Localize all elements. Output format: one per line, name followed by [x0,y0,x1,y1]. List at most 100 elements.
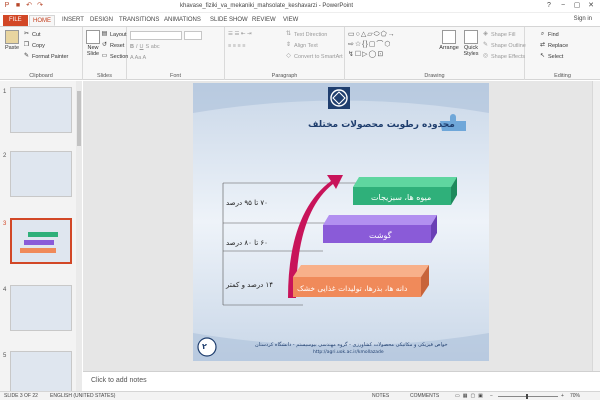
view-buttons[interactable]: ▭▦▢▣ [455,393,486,399]
pen-icon: ✎ [482,42,489,48]
shapes-gallery[interactable]: ▭○△▱⬭⬠→ ⇨☆{}▢⌒⬡ ↯☐▷◯⊡ [348,30,434,62]
range-label-grains: ۱۴ درصد و کمتر [226,281,274,289]
zoom-level[interactable]: 70% [570,393,580,399]
cursor-icon: ↖ [539,53,546,59]
slide-counter: SLIDE 3 OF 22 [4,393,38,399]
help-button[interactable]: ? [542,1,556,11]
select-button[interactable]: ↖ Select [539,53,563,60]
slide-thumbnail-4[interactable] [10,285,72,331]
slide-thumbnail-1[interactable] [10,87,72,133]
thumbnail-scrollbar[interactable] [76,81,82,391]
slides-label: Slides [97,73,112,79]
language-indicator[interactable]: ENGLISH (UNITED STATES) [50,393,115,399]
paragraph-label: Paragraph [271,73,298,79]
tab-design[interactable]: DESIGN [87,15,116,26]
reset-button[interactable]: ↺ Reset [101,42,124,49]
close-button[interactable]: ✕ [584,1,598,11]
thumb-bar [28,232,58,237]
scrollbar-thumb[interactable] [77,91,81,146]
window-title: khavase_fiziki_va_mekaniki_mahsolate_kes… [180,3,354,9]
tab-insert[interactable]: INSERT [59,15,87,26]
reset-icon: ↺ [101,42,108,48]
section-button[interactable]: ▭ Section [101,53,129,60]
tab-review[interactable]: REVIEW [249,15,279,26]
tab-slide-show[interactable]: SLIDE SHOW [207,15,251,26]
layout-button[interactable]: ▤ Layout [101,31,127,38]
zoom-slider[interactable] [498,396,558,397]
font-color-button[interactable]: A Aa A [130,55,146,61]
tab-animations[interactable]: ANIMATIONS [161,15,204,26]
slide-editor: محدوده رطوبت محصولات مختلف میوه ها، سبزی… [83,81,600,371]
slides-group: New Slide ▤ Layout ↺ Reset ▭ Section Slides [83,27,129,80]
tab-file[interactable]: FILE [3,15,28,26]
bar-label-grains: دانه ها، بذرها، تولیدات غذایی خشک [297,284,408,293]
tab-view[interactable]: VIEW [280,15,301,26]
slide-thumbnail-2[interactable] [10,151,72,197]
drawing-label: Drawing [424,73,445,79]
find-button[interactable]: ⌕ Find [539,31,559,38]
replace-button[interactable]: ⇄ Replace [539,42,568,49]
font-group: B I U S abc A Aa A Font [127,27,225,80]
format-painter-button[interactable]: ✎ Format Painter [23,53,68,60]
scissors-icon: ✂ [23,31,30,37]
align-text-icon: ⇕ [285,42,292,48]
effects-icon: ◎ [482,53,489,59]
page-number: ۲ [202,342,207,351]
notes-placeholder: Click to add notes [91,377,147,384]
new-slide-icon [86,30,100,44]
copy-icon: ❐ [23,42,30,48]
arrange-button[interactable]: Arrange [438,30,460,51]
zoom-in-button[interactable]: + [561,393,564,399]
copy-button[interactable]: ❐ Copy [23,42,45,49]
paragraph-group: ☰ ☰ ⇤ ⇥ ≡ ≡ ≡ ≡ ⇅ Text Direction ⇕ Align T… [225,27,345,80]
bold-button[interactable]: B I U S abc [130,44,160,50]
save-icon[interactable]: ■ [14,2,22,10]
editor-scrollbar[interactable] [592,81,600,371]
zoom-slider-thumb[interactable] [526,394,528,399]
shape-fill-button[interactable]: ◈ Shape Fill [482,31,515,38]
notes-pane[interactable]: Click to add notes [83,371,600,391]
redo-icon[interactable]: ↷ [36,2,44,10]
status-bar: SLIDE 3 OF 22 ENGLISH (UNITED STATES) NO… [0,391,600,400]
restore-button[interactable]: ▢ [570,1,584,11]
smartart-icon: ◇ [286,53,291,59]
shape-outline-button[interactable]: ✎ Shape Outline [482,42,526,49]
font-size-combo[interactable] [184,31,202,40]
undo-icon[interactable]: ↶ [25,2,33,10]
thumb-number: 4 [3,287,7,293]
range-label-fruits: ۷۰ تا ۹۵ درصد [226,199,268,207]
align-button[interactable]: ≡ ≡ ≡ ≡ [228,43,245,49]
shape-effects-button[interactable]: ◎ Shape Effects [482,53,525,60]
footer-line-2: http://agri.uok.ac.ir/kmollazade [313,350,384,355]
quick-styles-button[interactable]: Quick Styles [461,30,481,57]
comments-toggle[interactable]: COMMENTS [410,393,439,399]
zoom-out-button[interactable]: − [490,393,493,399]
slide-thumbnail-3[interactable] [10,218,72,264]
new-slide-button[interactable]: New Slide [85,30,101,57]
cut-button[interactable]: ✂ Cut [23,31,41,38]
thumb-bar [20,248,56,253]
bullets-button[interactable]: ☰ ☰ ⇤ ⇥ [228,31,252,37]
thumb-number: 2 [3,153,7,159]
text-direction-button[interactable]: ⇅ Text Direction [285,31,327,38]
tab-transitions[interactable]: TRANSITIONS [116,15,162,26]
editing-label: Editing [554,73,571,79]
section-icon: ▭ [101,53,108,59]
layout-icon: ▤ [101,31,108,37]
brush-icon: ✎ [23,53,30,59]
drawing-group: ▭○△▱⬭⬠→ ⇨☆{}▢⌒⬡ ↯☐▷◯⊡ Arrange Quick Styles… [345,27,526,80]
font-name-combo[interactable] [130,31,182,40]
notes-toggle[interactable]: NOTES [372,393,389,399]
page-number-circle [197,337,217,357]
paste-button[interactable]: Paste [3,30,21,51]
tab-home[interactable]: HOME [29,15,55,26]
sign-in-link[interactable]: Sign in [574,16,592,22]
thumb-number: 3 [3,221,7,227]
convert-smartart-button[interactable]: ◇ Convert to SmartArt [285,53,342,60]
align-text-button[interactable]: ⇕ Align Text [285,42,318,49]
slide-canvas[interactable]: محدوده رطوبت محصولات مختلف میوه ها، سبزی… [193,83,489,361]
minimize-button[interactable]: − [556,1,570,11]
slide-thumbnail-pane: 1 2 3 4 5 [0,81,82,391]
slide-thumbnail-5[interactable] [10,351,72,391]
powerpoint-logo-icon: P [4,2,10,9]
